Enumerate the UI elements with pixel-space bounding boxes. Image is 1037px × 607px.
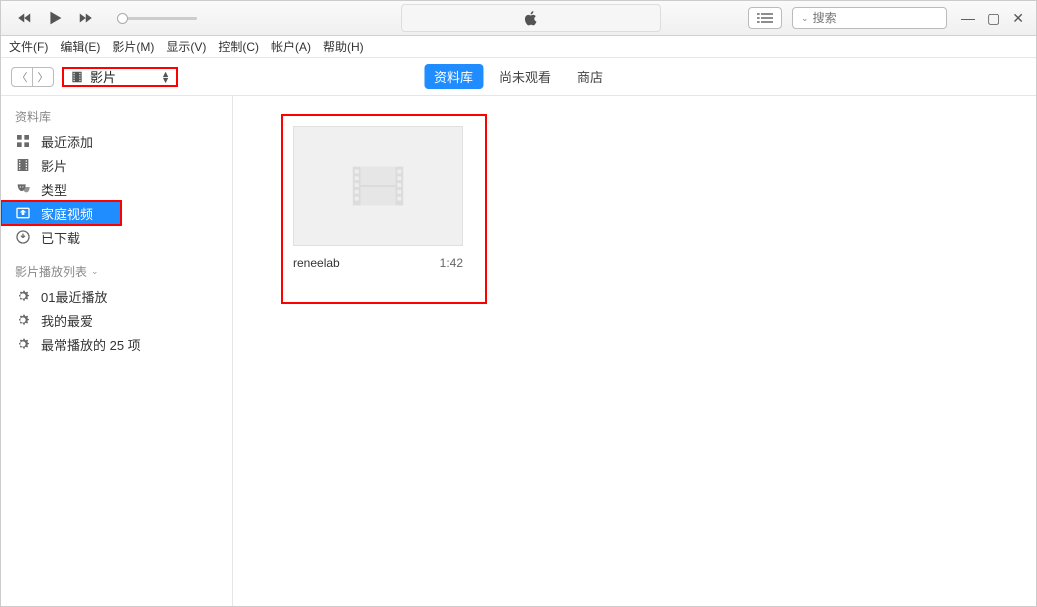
menu-help[interactable]: 帮助(H) bbox=[323, 38, 364, 55]
sidebar-item-label: 已下载 bbox=[41, 228, 80, 247]
close-button[interactable]: ✕ bbox=[1012, 11, 1024, 25]
chevron-down-icon: ⌄ bbox=[91, 266, 99, 277]
maximize-button[interactable]: ▢ bbox=[987, 11, 1000, 25]
sidebar: 资料库 最近添加 影片 类型 家庭视频 已下载 影片播放列表 ⌄ 01最近 bbox=[1, 96, 233, 606]
nav-row: 〈 〉 影片 ▲▼ 资料库 尚未观看 商店 bbox=[1, 58, 1036, 96]
menu-movies[interactable]: 影片(M) bbox=[112, 38, 154, 55]
menu-view[interactable]: 显示(V) bbox=[166, 38, 206, 55]
sidebar-item-label: 影片 bbox=[41, 156, 67, 175]
volume-slider[interactable] bbox=[113, 17, 197, 20]
sidebar-item-label: 01最近播放 bbox=[41, 287, 107, 306]
search-dropdown-caret[interactable]: ⌄ bbox=[801, 13, 809, 24]
nav-forward-button[interactable]: 〉 bbox=[32, 67, 54, 87]
video-meta: reneelab 1:42 bbox=[293, 256, 463, 270]
sidebar-item-downloaded[interactable]: 已下载 bbox=[1, 225, 232, 249]
nav-back-button[interactable]: 〈 bbox=[11, 67, 33, 87]
tab-store[interactable]: 商店 bbox=[567, 64, 613, 89]
main-body: 资料库 最近添加 影片 类型 家庭视频 已下载 影片播放列表 ⌄ 01最近 bbox=[1, 96, 1036, 606]
apple-logo-icon bbox=[522, 9, 540, 27]
playback-controls bbox=[1, 6, 197, 30]
video-duration: 1:42 bbox=[440, 256, 463, 270]
window-controls: ― ▢ ✕ bbox=[957, 11, 1028, 25]
video-item[interactable]: reneelab 1:42 bbox=[293, 126, 493, 270]
menu-edit[interactable]: 编辑(E) bbox=[60, 38, 100, 55]
sidebar-item-label: 类型 bbox=[41, 180, 67, 199]
sidebar-playlist-favorites[interactable]: 我的最爱 bbox=[1, 308, 232, 332]
sidebar-section-library: 资料库 bbox=[1, 104, 232, 129]
next-button[interactable] bbox=[73, 6, 97, 30]
gear-icon bbox=[15, 312, 31, 328]
download-icon bbox=[15, 229, 31, 245]
minimize-button[interactable]: ― bbox=[961, 11, 975, 25]
sidebar-item-label: 家庭视频 bbox=[41, 204, 93, 223]
video-title: reneelab bbox=[293, 256, 340, 270]
tab-unwatched[interactable]: 尚未观看 bbox=[489, 64, 561, 89]
list-view-toggle[interactable] bbox=[748, 7, 782, 29]
sidebar-item-genres[interactable]: 类型 bbox=[1, 177, 232, 201]
sidebar-item-label: 最近添加 bbox=[41, 132, 93, 151]
media-dropdown-label: 影片 bbox=[90, 67, 161, 86]
sidebar-item-recently-added[interactable]: 最近添加 bbox=[1, 129, 232, 153]
grid-icon bbox=[15, 133, 31, 149]
play-button[interactable] bbox=[43, 6, 67, 30]
menu-account[interactable]: 帐户(A) bbox=[271, 38, 311, 55]
media-type-dropdown[interactable]: 影片 ▲▼ bbox=[62, 67, 178, 87]
video-thumbnail[interactable] bbox=[293, 126, 463, 246]
film-placeholder-icon bbox=[347, 161, 409, 211]
titlebar-right: ⌄ ― ▢ ✕ bbox=[748, 7, 1028, 29]
masks-icon bbox=[15, 181, 31, 197]
home-video-icon bbox=[15, 205, 31, 221]
sidebar-item-movies[interactable]: 影片 bbox=[1, 153, 232, 177]
menu-file[interactable]: 文件(F) bbox=[9, 38, 48, 55]
content-area: reneelab 1:42 bbox=[233, 96, 1036, 606]
search-field[interactable]: ⌄ bbox=[792, 7, 947, 29]
film-icon bbox=[70, 70, 84, 84]
film-icon bbox=[15, 157, 31, 173]
menu-controls[interactable]: 控制(C) bbox=[218, 38, 259, 55]
center-tabs: 资料库 尚未观看 商店 bbox=[424, 64, 613, 89]
tab-library[interactable]: 资料库 bbox=[424, 64, 483, 89]
previous-button[interactable] bbox=[13, 6, 37, 30]
sidebar-item-label: 最常播放的 25 项 bbox=[41, 335, 141, 354]
search-input[interactable] bbox=[813, 11, 968, 25]
sidebar-playlist-top25[interactable]: 最常播放的 25 项 bbox=[1, 332, 232, 356]
lcd-display bbox=[401, 4, 661, 32]
menu-bar: 文件(F) 编辑(E) 影片(M) 显示(V) 控制(C) 帐户(A) 帮助(H… bbox=[1, 36, 1036, 58]
title-bar: ⌄ ― ▢ ✕ bbox=[1, 1, 1036, 36]
gear-icon bbox=[15, 336, 31, 352]
nav-buttons: 〈 〉 bbox=[11, 67, 54, 87]
gear-icon bbox=[15, 288, 31, 304]
dropdown-arrows-icon: ▲▼ bbox=[161, 71, 170, 83]
sidebar-playlist-recent[interactable]: 01最近播放 bbox=[1, 284, 232, 308]
sidebar-item-label: 我的最爱 bbox=[41, 311, 93, 330]
sidebar-section-playlists[interactable]: 影片播放列表 ⌄ bbox=[1, 259, 232, 284]
sidebar-item-home-videos[interactable]: 家庭视频 bbox=[1, 201, 121, 225]
